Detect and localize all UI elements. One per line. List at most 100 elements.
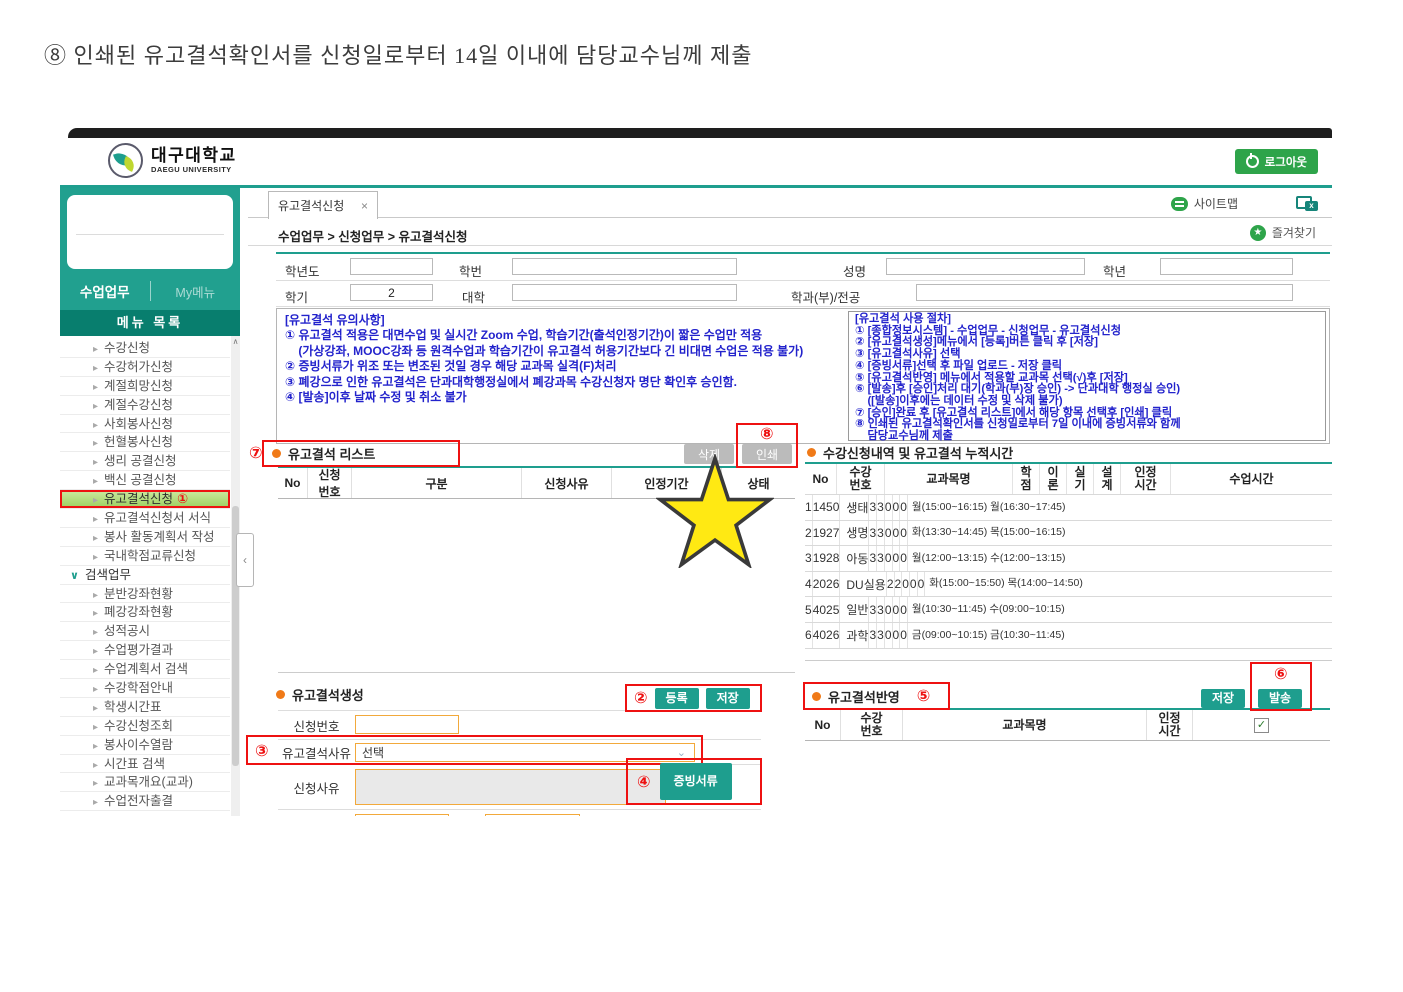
sidebar-menu-item[interactable]: 성적공시 [60,622,230,641]
sidebar-menu-item[interactable]: 사회봉사신청 [60,415,230,434]
triangle-icon [93,360,104,374]
enrollment-row[interactable]: 2 1927 생명 3 3 0 0 0 화(13:30~14:45) 목(15:… [805,521,1332,547]
annotation-box-send: ⑥ 발송 [1250,662,1312,711]
tab-absence-request[interactable]: 유고결석신청 × [268,191,378,219]
year-label: 학년도 [285,261,320,280]
column-header: 교과목명 [885,464,1013,494]
enrollment-row[interactable]: 6 4026 과학 3 3 0 0 0 금(09:00~10:15) 금(10:… [805,623,1332,649]
grade-field[interactable] [1160,258,1293,275]
semester-field[interactable] [350,284,433,301]
app-window: 대구대학교 DAEGU UNIVERSITY 로그아웃 수업업무 My메뉴 메뉴… [60,128,1332,816]
sidebar-menu-item[interactable]: 수강신청조회 [60,717,230,736]
close-all-windows-icon[interactable]: x [1296,196,1318,211]
sitemap-link[interactable]: 사이트맵 [1194,195,1238,212]
sidebar-menu-item[interactable]: 수업평가결과 [60,641,230,660]
column-header: No [805,710,841,740]
scroll-up-icon[interactable]: ∧ [231,336,240,348]
triangle-icon [93,700,104,714]
bullet-icon [272,449,281,458]
college-field[interactable] [512,284,737,301]
sidebar-menu-item[interactable]: 생리 공결신청 [60,452,230,471]
studentno-field[interactable] [512,258,737,275]
notice-panel: [유고결석 유의사항] ① 유고결석 적용은 대면수업 및 실시간 Zoom 수… [276,308,1330,444]
column-header: 신청사유 [522,468,612,498]
enrollment-row[interactable]: 5 4025 일반 3 3 0 0 0 월(10:30~11:45) 수(09:… [805,597,1332,623]
apply-table: No 수강 번호 교과목명 인정 시간 ✓ [805,708,1330,741]
check-all-checkbox[interactable]: ✓ [1254,718,1269,733]
sidebar-menu-item[interactable]: 국내학점교류신청 [60,547,230,566]
bullet-icon [812,692,821,701]
major-field[interactable] [916,284,1293,301]
period-start-field[interactable] [355,814,449,816]
apply-section-title: 유고결석반영 [828,687,900,706]
triangle-icon [93,662,104,676]
sidebar-menu-item[interactable]: 수업계획서 검색 [60,660,230,679]
sidebar-menu-item[interactable]: 백신 공결신청 [60,471,230,490]
save-button[interactable]: 저장 [706,688,750,709]
college-label: 대학 [462,287,485,306]
apply-save-button[interactable]: 저장 [1201,689,1245,708]
period-end-field[interactable] [485,814,580,816]
global-nav [336,138,1184,185]
triangle-icon [93,341,104,355]
semester-label: 학기 [285,287,308,306]
sidebar-menu-item[interactable]: 학생시간표 [60,698,230,717]
check-all-cell: ✓ [1193,710,1330,740]
annotation-number: ① [177,492,188,507]
sidebar-menu-item[interactable]: 수강허가신청 [60,358,230,377]
sidebar-menu-item[interactable]: 유고결석신청서 서식 [60,509,230,528]
triangle-icon [93,643,104,657]
triangle-icon [93,417,104,431]
sidebar-menu-item[interactable]: 검색업무 [60,566,230,585]
column-header: 인정 시간 [1147,710,1193,740]
create-section-title: 유고결석생성 [292,685,364,704]
tab-close-icon[interactable]: × [361,199,368,213]
sidebar-menu-item[interactable]: 봉사이수열람 [60,736,230,755]
annotation-2: ② [634,690,648,706]
notice-line: ② 증빙서류가 위조 또는 변조된 것일 경우 해당 교과목 실격(F)처리 [285,359,845,374]
annotation-3: ③ [255,743,269,759]
sidebar-menu-item[interactable]: 수강학점안내 [60,679,230,698]
sidebar-menu-item[interactable]: 계절희망신청 [60,377,230,396]
register-button[interactable]: 등록 [655,688,699,709]
triangle-icon [93,511,104,525]
sidebar-tab-mymenu[interactable]: My메뉴 [151,282,241,301]
triangle-icon [93,719,104,733]
name-field[interactable] [886,258,1085,275]
enrollment-row[interactable]: 1 1450 생태 3 3 0 0 0 월(15:00~16:15) 월(16:… [805,495,1332,521]
annotation-6: ⑥ [1274,666,1288,682]
screenshot-root: ⑧ 인쇄된 유고결석확인서를 신청일로부터 14일 이내에 담당교수님께 제출 … [0,0,1403,992]
sidebar-menu-item[interactable]: 헌혈봉사신청 [60,433,230,452]
sitemap-icon[interactable] [1171,197,1188,211]
reason-textarea[interactable] [355,769,666,805]
content-area: 유고결석신청 × 사이트맵 x 수업업무 > 신청업무 > 유고결석신청 ★ 즐… [248,188,1332,816]
sidebar-menu-item[interactable]: 유고결석신청① [60,490,230,509]
sidebar-menu-item[interactable]: 교과목개요(교과) [60,773,230,792]
sidebar-menu-item[interactable]: 계절수강신청 [60,396,230,415]
sidebar-menu-item[interactable]: 폐강강좌현황 [60,603,230,622]
sidebar-menu-item[interactable]: 수강신청 [60,339,230,358]
enrollment-row[interactable]: 4 2026 DU실용 2 2 0 0 0 화(15:00~15:50) 목(1… [805,572,1332,598]
notice-line: ③ 폐강으로 인한 유고결석은 단과대학행정실에서 폐강과목 수강신청자 명단 … [285,375,845,390]
logout-button[interactable]: 로그아웃 [1235,149,1318,174]
favorite-button[interactable]: ★ 즐겨찾기 [1250,224,1316,241]
triangle-icon [93,549,104,563]
sidebar-menu-item[interactable]: 봉사 활동계획서 작성 [60,528,230,547]
sidebar-menu-item[interactable]: 분반강좌현황 [60,585,230,604]
sidebar-menu-item[interactable]: 수업전자출결 [60,792,230,811]
notice-cautions: [유고결석 유의사항] ① 유고결석 적용은 대면수업 및 실시간 Zoom 수… [285,313,845,405]
column-header: 수강 번호 [841,710,903,740]
university-seal-icon [108,143,143,178]
triangle-icon [93,605,104,619]
evidence-button[interactable]: 증빙서류 [660,763,732,800]
sidebar-tab-work[interactable]: 수업업무 [60,281,151,301]
sidebar-collapse-button[interactable] [236,533,254,587]
triangle-icon [93,624,104,638]
sidebar-menu-item[interactable]: 시간표 검색 [60,755,230,774]
enrollment-row[interactable]: 3 1928 아동 3 3 0 0 0 월(12:00~13:15) 수(12:… [805,546,1332,572]
year-field[interactable] [350,258,433,275]
request-no-field[interactable] [355,715,459,734]
triangle-icon [93,738,104,752]
send-button[interactable]: 발송 [1258,689,1302,708]
student-info-form: 학년도 학번 성명 학년 학기 대학 학과(부)/전공 [276,252,1330,307]
